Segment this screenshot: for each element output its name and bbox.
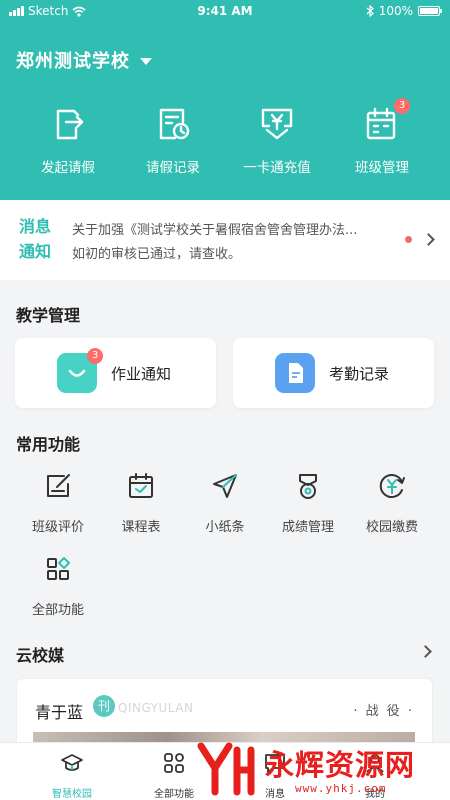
card-label: 考勤记录 (329, 365, 390, 383)
notice-title-line: 通知 (19, 242, 52, 261)
attendance-icon (275, 353, 315, 393)
medal-icon (299, 474, 317, 499)
notice-content: 关于加强《测试学校关于暑假宿舍管舍管理办法... 如初的审核已通过，请查收。 (72, 219, 392, 267)
school-selector[interactable]: 郑州测试学校 (16, 47, 152, 73)
notice-bar[interactable]: 消息 通知 关于加强《测试学校关于暑假宿舍管舍管理办法... 如初的审核已通过，… (0, 200, 450, 280)
card-attendance[interactable]: 考勤记录 (233, 338, 434, 408)
card-homework[interactable]: 3 作业通知 (15, 338, 216, 408)
media-english-name: QINGYULAN (118, 701, 194, 715)
func-class-evaluation[interactable]: 班级评价 (23, 472, 93, 542)
section-title-media: 云校媒 (16, 646, 65, 665)
notice-title: 消息 通知 (19, 214, 55, 264)
quick-action-label: 请假记录 (146, 160, 200, 176)
func-grades[interactable]: 成绩管理 (273, 472, 343, 542)
func-label: 小纸条 (205, 520, 245, 535)
status-bar: Sketch 9:41 AM 100% (0, 0, 450, 22)
media-card-name: 青于蓝 (35, 703, 84, 722)
section-title-common: 常用功能 (16, 435, 81, 454)
battery-percent: 100% (378, 4, 413, 18)
chevron-right-icon[interactable] (419, 645, 432, 658)
func-label: 班级评价 (31, 520, 84, 535)
tab-label: 智慧校园 (52, 789, 92, 800)
watermark-text: 永辉资源网 (265, 748, 416, 782)
quick-action-label: 一卡通充值 (243, 160, 311, 176)
battery-icon (418, 6, 442, 16)
func-label: 全部功能 (31, 603, 84, 618)
func-label: 课程表 (121, 520, 161, 535)
media-tag: · 战 役 · (353, 704, 414, 719)
graduation-cap-icon (61, 754, 83, 771)
func-timetable[interactable]: 课程表 (106, 472, 176, 542)
leave-records-icon (159, 108, 190, 140)
func-all-functions[interactable]: 全部功能 (23, 555, 93, 625)
card-recharge-icon (261, 108, 293, 140)
bluetooth-icon (366, 5, 374, 17)
func-campus-payment[interactable]: 校园缴费 (357, 472, 427, 542)
homework-icon: 3 (57, 348, 103, 393)
watermark-logo-icon (197, 742, 255, 796)
watermark-url: www.yhkj.com (295, 782, 387, 795)
quick-action-card-recharge[interactable]: 一卡通充值 (227, 104, 327, 184)
school-name: 郑州测试学校 (16, 51, 130, 72)
quick-action-leave-records[interactable]: 请假记录 (123, 104, 223, 184)
caret-down-icon (140, 57, 152, 65)
quick-action-leave-request[interactable]: 发起请假 (18, 104, 118, 184)
quick-action-label: 发起请假 (41, 160, 95, 176)
all-functions-icon (47, 557, 70, 580)
notice-line: 如初的审核已通过，请查收。 (72, 247, 242, 262)
quick-action-class-management[interactable]: 3 班级管理 (332, 98, 432, 184)
section-title-teaching: 教学管理 (16, 306, 81, 325)
media-logo: 刊 (93, 695, 115, 717)
watermark: 永辉资源网 www.yhkj.com (195, 736, 435, 800)
unread-dot (405, 236, 412, 243)
leave-request-icon (56, 109, 84, 140)
yuan-payment-icon (379, 474, 405, 498)
func-label: 成绩管理 (281, 520, 334, 535)
tab-smart-campus[interactable]: 智慧校园 (27, 751, 117, 800)
header: Sketch 9:41 AM 100% 郑州测试学校 发起请假 请假记录 一卡通… (0, 0, 450, 200)
class-evaluation-icon (47, 474, 70, 497)
notice-title-line: 消息 (19, 217, 52, 236)
func-notes[interactable]: 小纸条 (190, 472, 260, 542)
func-label: 校园缴费 (365, 520, 418, 535)
grid-icon (164, 753, 184, 773)
badge: 3 (87, 348, 103, 364)
card-label: 作业通知 (111, 365, 172, 383)
notice-line: 关于加强《测试学校关于暑假宿舍管舍管理办法... (72, 223, 358, 238)
calendar-icon (129, 473, 153, 498)
quick-action-label: 班级管理 (355, 160, 409, 176)
badge: 3 (394, 98, 410, 114)
paper-plane-icon (213, 474, 237, 498)
